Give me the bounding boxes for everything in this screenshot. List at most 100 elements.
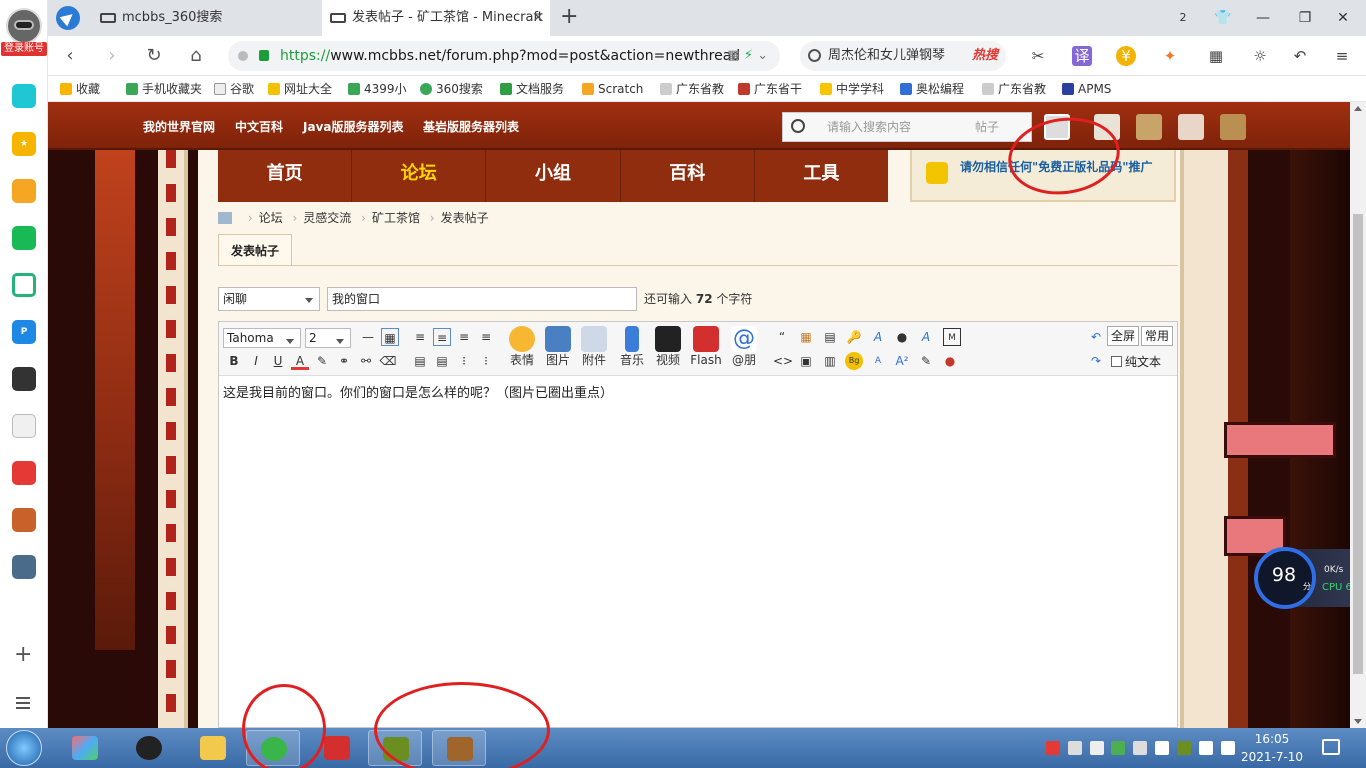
- shirt-icon[interactable]: 👕: [1208, 0, 1238, 36]
- user-icon[interactable]: [1178, 114, 1204, 140]
- tab-post-thread[interactable]: 发表帖子 - 矿工茶馆 - Minecraft ✕: [322, 0, 550, 36]
- align-center-icon[interactable]: ≡: [455, 328, 473, 346]
- checkbox[interactable]: [1111, 356, 1122, 367]
- qq-icon-2[interactable]: ●: [941, 352, 959, 370]
- url-actions[interactable]: ▦ ⚡ ⌄: [727, 41, 768, 71]
- crafting-table-icon[interactable]: [1136, 114, 1162, 140]
- background-icon[interactable]: Bg: [845, 352, 863, 370]
- brightness-icon[interactable]: ☼: [1250, 46, 1270, 66]
- superscript-icon[interactable]: A²: [893, 352, 911, 370]
- menu-forum[interactable]: 论坛: [352, 150, 487, 202]
- site-search-input[interactable]: 请输入搜索内容: [827, 113, 911, 141]
- bookmark-item[interactable]: APMS: [1062, 76, 1111, 102]
- bookmark-item[interactable]: 手机收藏夹: [126, 76, 202, 102]
- flash-button[interactable]: Flash: [689, 326, 723, 374]
- bookmark-item[interactable]: Scratch: [582, 76, 643, 102]
- weibo-icon[interactable]: [12, 179, 36, 203]
- breadcrumb-item[interactable]: 矿工茶馆: [372, 211, 420, 225]
- tray-icon[interactable]: [1133, 741, 1148, 755]
- font-family-select[interactable]: Tahoma: [223, 328, 301, 348]
- menu-list-icon[interactable]: [16, 697, 30, 709]
- emoji-button[interactable]: 表情: [505, 326, 539, 374]
- menu-wiki[interactable]: 百科: [621, 150, 755, 202]
- forward-button[interactable]: ›: [100, 44, 124, 68]
- link-official-site[interactable]: 我的世界官网: [143, 102, 215, 152]
- link-java-servers[interactable]: Java版服务器列表: [303, 102, 403, 152]
- note-icon[interactable]: ✎: [917, 352, 935, 370]
- highlight-icon[interactable]: ✎: [313, 352, 331, 370]
- input-method-icon[interactable]: [1046, 741, 1060, 755]
- clear-format-icon[interactable]: ⌫: [379, 352, 397, 370]
- undo-icon[interactable]: ↶: [1290, 46, 1310, 66]
- bookmark-item[interactable]: 中学学科: [820, 76, 890, 102]
- back-button[interactable]: ‹: [58, 44, 82, 68]
- network-icon[interactable]: [1198, 741, 1213, 755]
- search-field[interactable]: 周杰伦和女儿弹钢琴 热搜: [800, 41, 1006, 71]
- red-app-icon[interactable]: [12, 461, 36, 485]
- taskbar-app[interactable]: [58, 730, 112, 766]
- breadcrumb-item[interactable]: 灵感交流: [303, 211, 351, 225]
- common-button[interactable]: 常用: [1141, 326, 1174, 346]
- align-justify-icon[interactable]: ≡: [433, 328, 451, 346]
- file-explorer-icon[interactable]: [186, 730, 240, 766]
- ruby-icon[interactable]: A: [869, 352, 887, 370]
- bookmark-item[interactable]: 广东省教: [982, 76, 1050, 102]
- bookmark-item[interactable]: 4399小: [348, 76, 408, 102]
- image-button[interactable]: 图片: [541, 326, 575, 374]
- news-app-icon[interactable]: [12, 367, 36, 391]
- vertical-scrollbar[interactable]: [1350, 102, 1366, 728]
- menu-home[interactable]: 首页: [218, 150, 353, 202]
- scroll-thumb[interactable]: [1353, 214, 1363, 674]
- game-app-icon[interactable]: [12, 508, 36, 532]
- font-style-icon[interactable]: A: [869, 328, 887, 346]
- tab-mcbbs-search[interactable]: mcbbs_360搜索: [92, 0, 320, 36]
- bold-icon[interactable]: B: [225, 352, 243, 370]
- add-icon[interactable]: +: [14, 642, 32, 667]
- video-button[interactable]: 视频: [651, 326, 685, 374]
- bookmark-item[interactable]: 广东省干: [738, 76, 806, 102]
- hot-search-label[interactable]: 热搜: [972, 41, 998, 71]
- code-icon[interactable]: <>: [773, 352, 793, 370]
- tray-icon[interactable]: [1089, 741, 1104, 755]
- lightning-icon[interactable]: ⚡: [744, 48, 753, 63]
- thread-type-select[interactable]: 闲聊: [218, 287, 320, 311]
- home-button[interactable]: ⌂: [184, 44, 208, 68]
- coin-icon[interactable]: ¥: [1116, 46, 1136, 66]
- unlink-icon[interactable]: ⚯: [357, 352, 375, 370]
- ordered-list-icon[interactable]: ⁝: [455, 352, 473, 370]
- align-right-icon[interactable]: ≡: [477, 328, 495, 346]
- home-icon[interactable]: [218, 212, 232, 224]
- tab-new-post[interactable]: 发表帖子: [218, 234, 292, 266]
- align-left-icon[interactable]: ≡: [411, 328, 429, 346]
- qr-icon[interactable]: ▦: [727, 48, 739, 63]
- qq-app-icon[interactable]: [122, 730, 176, 766]
- breadcrumb-item[interactable]: 论坛: [259, 211, 283, 225]
- chevron-down-icon[interactable]: ⌄: [757, 48, 768, 63]
- link-icon[interactable]: ⚭: [335, 352, 353, 370]
- font-size-select[interactable]: 2: [305, 328, 351, 348]
- scissors-icon[interactable]: ✂: [1028, 46, 1048, 66]
- scroll-down-icon[interactable]: [1354, 719, 1362, 724]
- bookmark-item[interactable]: 360搜索: [420, 76, 483, 102]
- table-icon[interactable]: ▦: [381, 328, 399, 346]
- qq-icon[interactable]: ●: [893, 328, 911, 346]
- sidebar-app-icon[interactable]: [12, 84, 36, 108]
- mail-icon[interactable]: [12, 226, 36, 250]
- free-icon[interactable]: ▦: [797, 328, 815, 346]
- login-button[interactable]: 登录账号: [1, 42, 47, 56]
- subscript-icon[interactable]: A: [917, 328, 935, 346]
- reload-button[interactable]: ↻: [142, 44, 166, 68]
- quote-icon[interactable]: “: [773, 328, 791, 346]
- menu-tools[interactable]: 工具: [755, 150, 888, 202]
- music-button[interactable]: 音乐: [615, 326, 649, 374]
- notification-icon[interactable]: [1322, 739, 1340, 755]
- link-wiki[interactable]: 中文百科: [235, 102, 283, 152]
- page-break-icon[interactable]: ▣: [797, 352, 815, 370]
- game-controller-icon[interactable]: ✦: [1160, 46, 1180, 66]
- menu-groups[interactable]: 小组: [486, 150, 621, 202]
- new-tab-button[interactable]: +: [560, 4, 578, 29]
- horizontal-rule-icon[interactable]: —: [359, 328, 377, 346]
- italic-icon[interactable]: I: [247, 352, 265, 370]
- menu-icon[interactable]: ≡: [1332, 46, 1352, 66]
- restore-button[interactable]: ❐: [1290, 0, 1320, 36]
